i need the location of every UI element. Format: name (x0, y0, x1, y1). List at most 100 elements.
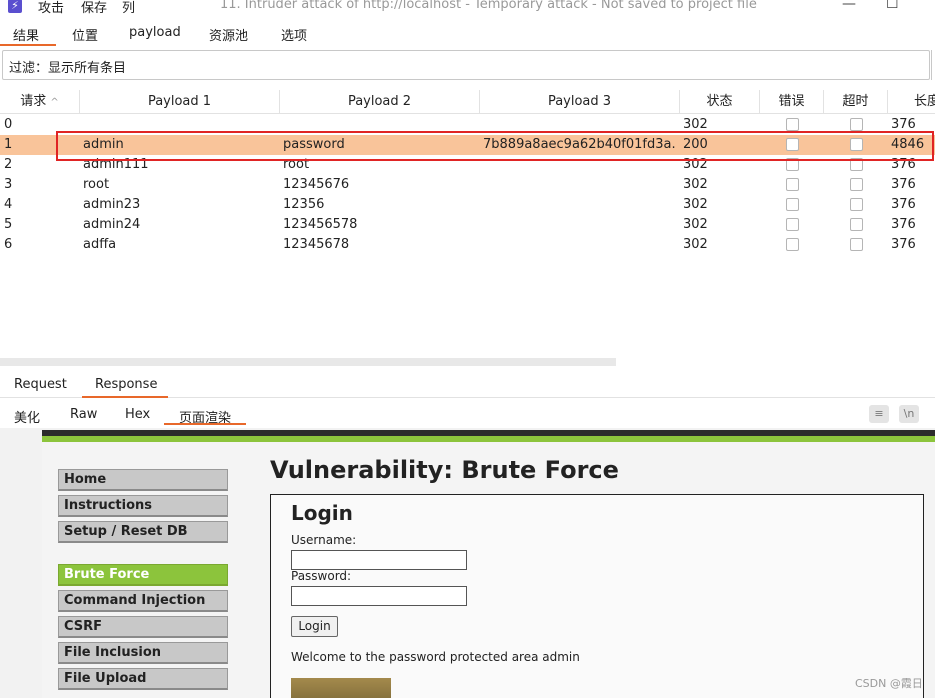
view-tabs: 美化 Raw Hex 页面渲染 ≡ \n (0, 400, 935, 428)
nav-file-inclusion[interactable]: File Inclusion (58, 642, 228, 664)
nav-instructions[interactable]: Instructions (58, 495, 228, 517)
cell-status: 200 (683, 137, 708, 152)
cell-req: 4 (4, 197, 13, 212)
filter-bar[interactable]: 过滤：显示所有条目 (2, 50, 930, 80)
cell-p1: admin111 (83, 157, 149, 172)
login-button[interactable]: Login (291, 616, 338, 637)
error-checkbox[interactable] (786, 178, 799, 191)
menu-columns[interactable]: 列 (122, 0, 135, 16)
horizontal-scrollbar[interactable] (0, 358, 616, 366)
password-field[interactable] (291, 586, 467, 606)
login-heading: Login (291, 501, 353, 525)
newline-icon[interactable]: \n (899, 405, 919, 423)
cell-length: 376 (891, 197, 916, 212)
col-header-status[interactable]: 状态 (680, 90, 760, 114)
menu-save[interactable]: 保存 (81, 0, 107, 16)
tab-options[interactable]: 选项 (281, 25, 307, 44)
cell-p2: 12345678 (283, 237, 350, 252)
tab-results[interactable]: 结果 (13, 25, 39, 44)
col-header-payload1[interactable]: Payload 1 (80, 90, 280, 114)
maximize-icon[interactable]: ☐ (886, 0, 899, 12)
timeout-checkbox[interactable] (850, 218, 863, 231)
nav-file-upload[interactable]: File Upload (58, 668, 228, 690)
password-label: Password: (291, 569, 352, 583)
page-content: Home Instructions Setup / Reset DB Brute… (42, 442, 935, 698)
cell-p2: 12356 (283, 197, 325, 212)
cell-req: 2 (4, 157, 13, 172)
sort-ascending-icon: ^ (50, 97, 59, 108)
tab-resource-pool[interactable]: 资源池 (209, 25, 248, 44)
cell-p3 (483, 235, 675, 255)
error-checkbox[interactable] (786, 138, 799, 151)
cell-p3 (483, 115, 675, 135)
cell-p2: root (283, 157, 310, 172)
rendered-page: Home Instructions Setup / Reset DB Brute… (0, 428, 935, 698)
error-checkbox[interactable] (786, 198, 799, 211)
col-header-length[interactable]: 长度 (888, 90, 935, 114)
cell-length: 376 (891, 157, 916, 172)
tab-pretty[interactable]: 美化 (14, 407, 40, 426)
tab-positions[interactable]: 位置 (72, 25, 98, 44)
nav-setup-reset-db[interactable]: Setup / Reset DB (58, 521, 228, 543)
tab-hex[interactable]: Hex (125, 407, 150, 422)
active-tab-indicator (82, 396, 168, 398)
cell-length: 376 (891, 177, 916, 192)
table-row[interactable]: 3 root 12345676 302 376 (0, 175, 935, 195)
login-panel: Login Username: Password: Login Welcome … (270, 494, 924, 698)
window-title: 11. Intruder attack of http://localhost … (220, 0, 757, 12)
nav-brute-force[interactable]: Brute Force (58, 564, 228, 586)
cell-req: 5 (4, 217, 13, 232)
timeout-checkbox[interactable] (850, 198, 863, 211)
timeout-checkbox[interactable] (850, 138, 863, 151)
col-header-request[interactable]: 请求 ^ (0, 90, 80, 114)
watermark: CSDN @霞日 (855, 677, 923, 690)
timeout-checkbox[interactable] (850, 118, 863, 131)
cell-p3 (483, 175, 675, 195)
nav-command-injection[interactable]: Command Injection (58, 590, 228, 612)
welcome-message: Welcome to the password protected area a… (291, 650, 580, 664)
results-table: 请求 ^ Payload 1 Payload 2 Payload 3 状态 错误… (0, 90, 935, 258)
cell-p2: 123456578 (283, 217, 358, 232)
error-checkbox[interactable] (786, 158, 799, 171)
nav-home[interactable]: Home (58, 469, 228, 491)
col-header-timeout[interactable]: 超时 (824, 90, 888, 114)
error-checkbox[interactable] (786, 218, 799, 231)
col-header-payload3[interactable]: Payload 3 (480, 90, 680, 114)
cell-p2: password (283, 137, 345, 152)
cell-status: 302 (683, 117, 708, 132)
cell-p3 (483, 195, 675, 215)
col-header-payload2[interactable]: Payload 2 (280, 90, 480, 114)
table-row[interactable]: 2 admin111 root 302 376 (0, 155, 935, 175)
tab-payload[interactable]: payload (129, 25, 181, 40)
table-row[interactable]: 6 adffa 12345678 302 376 (0, 235, 935, 255)
username-field[interactable] (291, 550, 467, 570)
cell-p1: root (83, 177, 110, 192)
menu-attack[interactable]: 攻击 (38, 0, 64, 16)
table-row[interactable]: 5 admin24 123456578 302 376 (0, 215, 935, 235)
tab-raw[interactable]: Raw (70, 407, 97, 422)
table-row[interactable]: 0 302 376 (0, 115, 935, 135)
table-row[interactable]: 1 admin password 7b889a8aec9a62b40f01fd3a..… (0, 135, 935, 155)
cell-p1: admin24 (83, 217, 141, 232)
tab-response[interactable]: Response (95, 377, 157, 392)
cell-length: 376 (891, 117, 916, 132)
filter-text: 过滤：显示所有条目 (9, 61, 127, 76)
filter-edge (931, 50, 935, 80)
table-row[interactable]: 4 admin23 12356 302 376 (0, 195, 935, 215)
username-label: Username: (291, 533, 357, 547)
minimize-icon[interactable]: — (842, 0, 856, 12)
active-tab-indicator (164, 423, 246, 425)
nav-csrf[interactable]: CSRF (58, 616, 228, 638)
error-checkbox[interactable] (786, 238, 799, 251)
col-header-error[interactable]: 错误 (760, 90, 824, 114)
tab-request[interactable]: Request (14, 377, 67, 392)
timeout-checkbox[interactable] (850, 158, 863, 171)
timeout-checkbox[interactable] (850, 238, 863, 251)
cell-status: 302 (683, 177, 708, 192)
cell-req: 6 (4, 237, 13, 252)
cell-length: 376 (891, 217, 916, 232)
cell-status: 302 (683, 237, 708, 252)
timeout-checkbox[interactable] (850, 178, 863, 191)
wrap-icon[interactable]: ≡ (869, 405, 889, 423)
error-checkbox[interactable] (786, 118, 799, 131)
